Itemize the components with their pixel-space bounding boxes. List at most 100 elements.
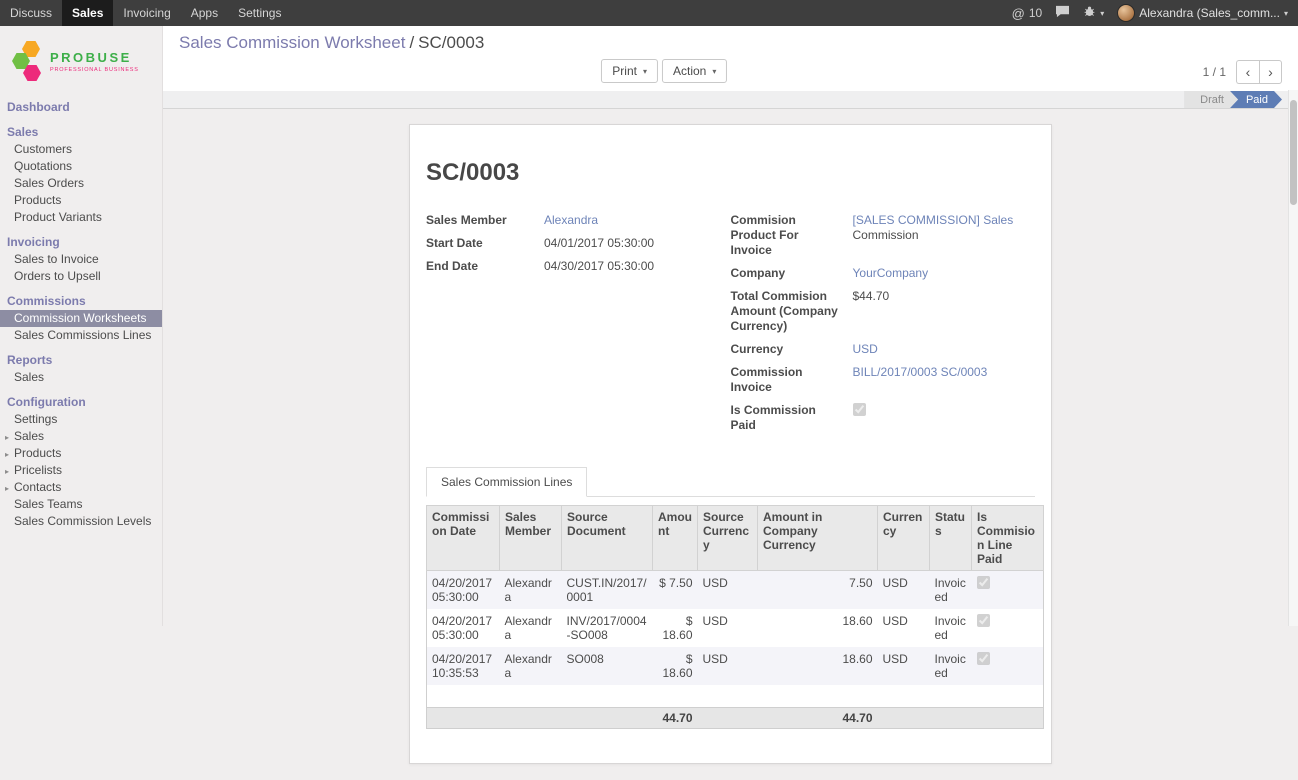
sidebar-heading-configuration[interactable]: Configuration xyxy=(0,393,162,411)
sidebar-item-sales-commissions-lines[interactable]: Sales Commissions Lines xyxy=(0,327,162,344)
cell-source-document: SO008 xyxy=(562,647,653,685)
breadcrumb: Sales Commission Worksheet/SC/0003 xyxy=(179,32,1282,54)
commission-line-row[interactable]: 04/20/2017 05:30:00 Alexandra CUST.IN/20… xyxy=(427,571,1044,610)
probuse-logo: PROBUSE PROFESSIONAL BUSINESS xyxy=(0,26,162,98)
breadcrumb-separator: / xyxy=(405,33,418,52)
expand-arrow-icon: ▸ xyxy=(5,448,9,461)
pager-next-button[interactable]: › xyxy=(1259,60,1282,84)
sidebar-item-config-sales[interactable]: ▸Sales xyxy=(0,428,162,445)
record-title: SC/0003 xyxy=(426,159,1035,187)
field-value-sales-member[interactable]: Alexandra xyxy=(544,213,598,227)
field-value-start-date: 04/01/2017 05:30:00 xyxy=(544,236,691,251)
commission-line-row[interactable]: 04/20/2017 05:30:00 Alexandra INV/2017/0… xyxy=(427,609,1044,647)
scrollbar-thumb[interactable] xyxy=(1290,100,1297,205)
total-amount-company: 44.70 xyxy=(758,707,878,728)
nav-item-apps[interactable]: Apps xyxy=(181,0,228,26)
user-menu[interactable]: Alexandra (Sales_comm... ▾ xyxy=(1117,4,1288,22)
sidebar-heading-sales[interactable]: Sales xyxy=(0,123,162,141)
col-header-commission-date: Commission Date xyxy=(427,506,500,571)
pager-previous-button[interactable]: ‹ xyxy=(1236,60,1259,84)
cell-currency: USD xyxy=(878,609,930,647)
control-panel-buttons-row: Print ▾ Action ▾ 1 / 1 ‹ › xyxy=(179,59,1282,85)
sidebar-heading-invoicing[interactable]: Invoicing xyxy=(0,233,162,251)
cell-amount: $ 7.50 xyxy=(653,571,698,610)
field-value-commission-invoice[interactable]: BILL/2017/0003 SC/0003 xyxy=(853,365,988,379)
field-label-total-commission-amount: Total Commision Amount (Company Currency… xyxy=(731,289,853,334)
sidebar-item-sales-commission-levels[interactable]: Sales Commission Levels xyxy=(0,513,162,530)
cell-line-paid xyxy=(972,609,1044,647)
sidebar: PROBUSE PROFESSIONAL BUSINESS Dashboard … xyxy=(0,26,163,626)
sidebar-heading-commissions[interactable]: Commissions xyxy=(0,292,162,310)
expand-arrow-icon: ▸ xyxy=(5,482,9,495)
sidebar-heading-dashboard[interactable]: Dashboard xyxy=(0,98,162,116)
field-value-currency[interactable]: USD xyxy=(853,342,878,356)
sidebar-item-sales-teams[interactable]: Sales Teams xyxy=(0,496,162,513)
cell-sales-member: Alexandra xyxy=(500,609,562,647)
sidebar-section-reports: Reports Sales xyxy=(0,351,162,386)
field-value-commission-product[interactable]: [SALES COMMISSION] Sales xyxy=(853,213,1014,227)
notebook: Sales Commission Lines Commission Date S… xyxy=(426,467,1035,729)
nav-item-settings[interactable]: Settings xyxy=(228,0,291,26)
field-label-end-date: End Date xyxy=(426,259,544,274)
sidebar-item-config-pricelists[interactable]: ▸Pricelists xyxy=(0,462,162,479)
print-button[interactable]: Print ▾ xyxy=(601,59,658,83)
field-label-sales-member: Sales Member xyxy=(426,213,544,228)
commission-line-row[interactable]: 04/20/2017 10:35:53 Alexandra SO008 $ 18… xyxy=(427,647,1044,685)
cell-source-currency: USD xyxy=(698,571,758,610)
sidebar-item-settings[interactable]: Settings xyxy=(0,411,162,428)
sidebar-item-product-variants[interactable]: Product Variants xyxy=(0,209,162,226)
field-value-commission-product-wrap: Commission xyxy=(853,228,1036,243)
nav-item-invoicing[interactable]: Invoicing xyxy=(113,0,180,26)
navbar-systray: @ 10 ▾ Alexandra (Sales_comm... ▾ xyxy=(1012,0,1298,26)
total-amount: 44.70 xyxy=(653,707,698,728)
sidebar-item-customers[interactable]: Customers xyxy=(0,141,162,158)
vertical-scrollbar[interactable] xyxy=(1288,90,1298,626)
line-paid-checkbox xyxy=(977,652,990,665)
sidebar-item-sales-orders[interactable]: Sales Orders xyxy=(0,175,162,192)
line-paid-checkbox xyxy=(977,576,990,589)
messages-menu[interactable] xyxy=(1055,5,1070,21)
field-label-commission-product: Commision Product For Invoice xyxy=(731,213,853,258)
sidebar-item-orders-to-upsell[interactable]: Orders to Upsell xyxy=(0,268,162,285)
col-header-is-commission-line-paid: Is Commision Line Paid xyxy=(972,506,1044,571)
action-button[interactable]: Action ▾ xyxy=(662,59,727,83)
pager: 1 / 1 ‹ › xyxy=(1203,60,1282,84)
sidebar-item-config-contacts[interactable]: ▸ Contacts xyxy=(0,479,162,496)
sidebar-item-config-products[interactable]: ▸Products xyxy=(0,445,162,462)
expand-arrow-icon: ▸ xyxy=(5,431,9,444)
nav-item-discuss[interactable]: Discuss xyxy=(0,0,62,26)
sidebar-item-commission-worksheets[interactable]: Commission Worksheets xyxy=(0,310,162,327)
field-label-currency: Currency xyxy=(731,342,853,357)
commission-lines-table: Commission Date Sales Member Source Docu… xyxy=(426,505,1044,729)
pager-count: 1 / 1 xyxy=(1203,65,1226,79)
sidebar-item-label: Contacts xyxy=(14,480,61,494)
nav-item-sales[interactable]: Sales xyxy=(62,0,113,26)
status-step-draft[interactable]: Draft xyxy=(1184,91,1238,108)
sidebar-item-reports-sales[interactable]: Sales xyxy=(0,369,162,386)
form-view: SC/0003 Sales Member Alexandra Start Dat… xyxy=(163,109,1298,780)
statusbar: Draft Paid xyxy=(163,91,1298,109)
cell-amount-company: 18.60 xyxy=(758,609,878,647)
field-value-end-date: 04/30/2017 05:30:00 xyxy=(544,259,691,274)
bug-icon xyxy=(1083,5,1096,21)
table-header-row: Commission Date Sales Member Source Docu… xyxy=(427,506,1044,571)
sidebar-heading-reports[interactable]: Reports xyxy=(0,351,162,369)
sidebar-item-sales-to-invoice[interactable]: Sales to Invoice xyxy=(0,251,162,268)
caret-down-icon: ▾ xyxy=(1284,9,1288,18)
cell-line-paid xyxy=(972,571,1044,610)
field-value-company[interactable]: YourCompany xyxy=(853,266,929,280)
main-menu: Discuss Sales Invoicing Apps Settings xyxy=(0,0,291,26)
sidebar-item-quotations[interactable]: Quotations xyxy=(0,158,162,175)
tab-bar: Sales Commission Lines xyxy=(426,467,1035,497)
debug-menu[interactable]: ▾ xyxy=(1083,5,1104,21)
activities-menu[interactable]: @ 10 xyxy=(1012,6,1043,21)
cell-status: Invoiced xyxy=(930,647,972,685)
breadcrumb-parent[interactable]: Sales Commission Worksheet xyxy=(179,33,405,52)
sidebar-item-products[interactable]: Products xyxy=(0,192,162,209)
col-header-amount: Amount xyxy=(653,506,698,571)
tab-sales-commission-lines[interactable]: Sales Commission Lines xyxy=(426,467,587,497)
chat-bubble-icon xyxy=(1055,5,1070,21)
print-button-label: Print xyxy=(612,64,637,78)
field-value-total-commission-amount: $44.70 xyxy=(853,289,1036,304)
col-header-amount-company-currency: Amount in Company Currency xyxy=(758,506,878,571)
